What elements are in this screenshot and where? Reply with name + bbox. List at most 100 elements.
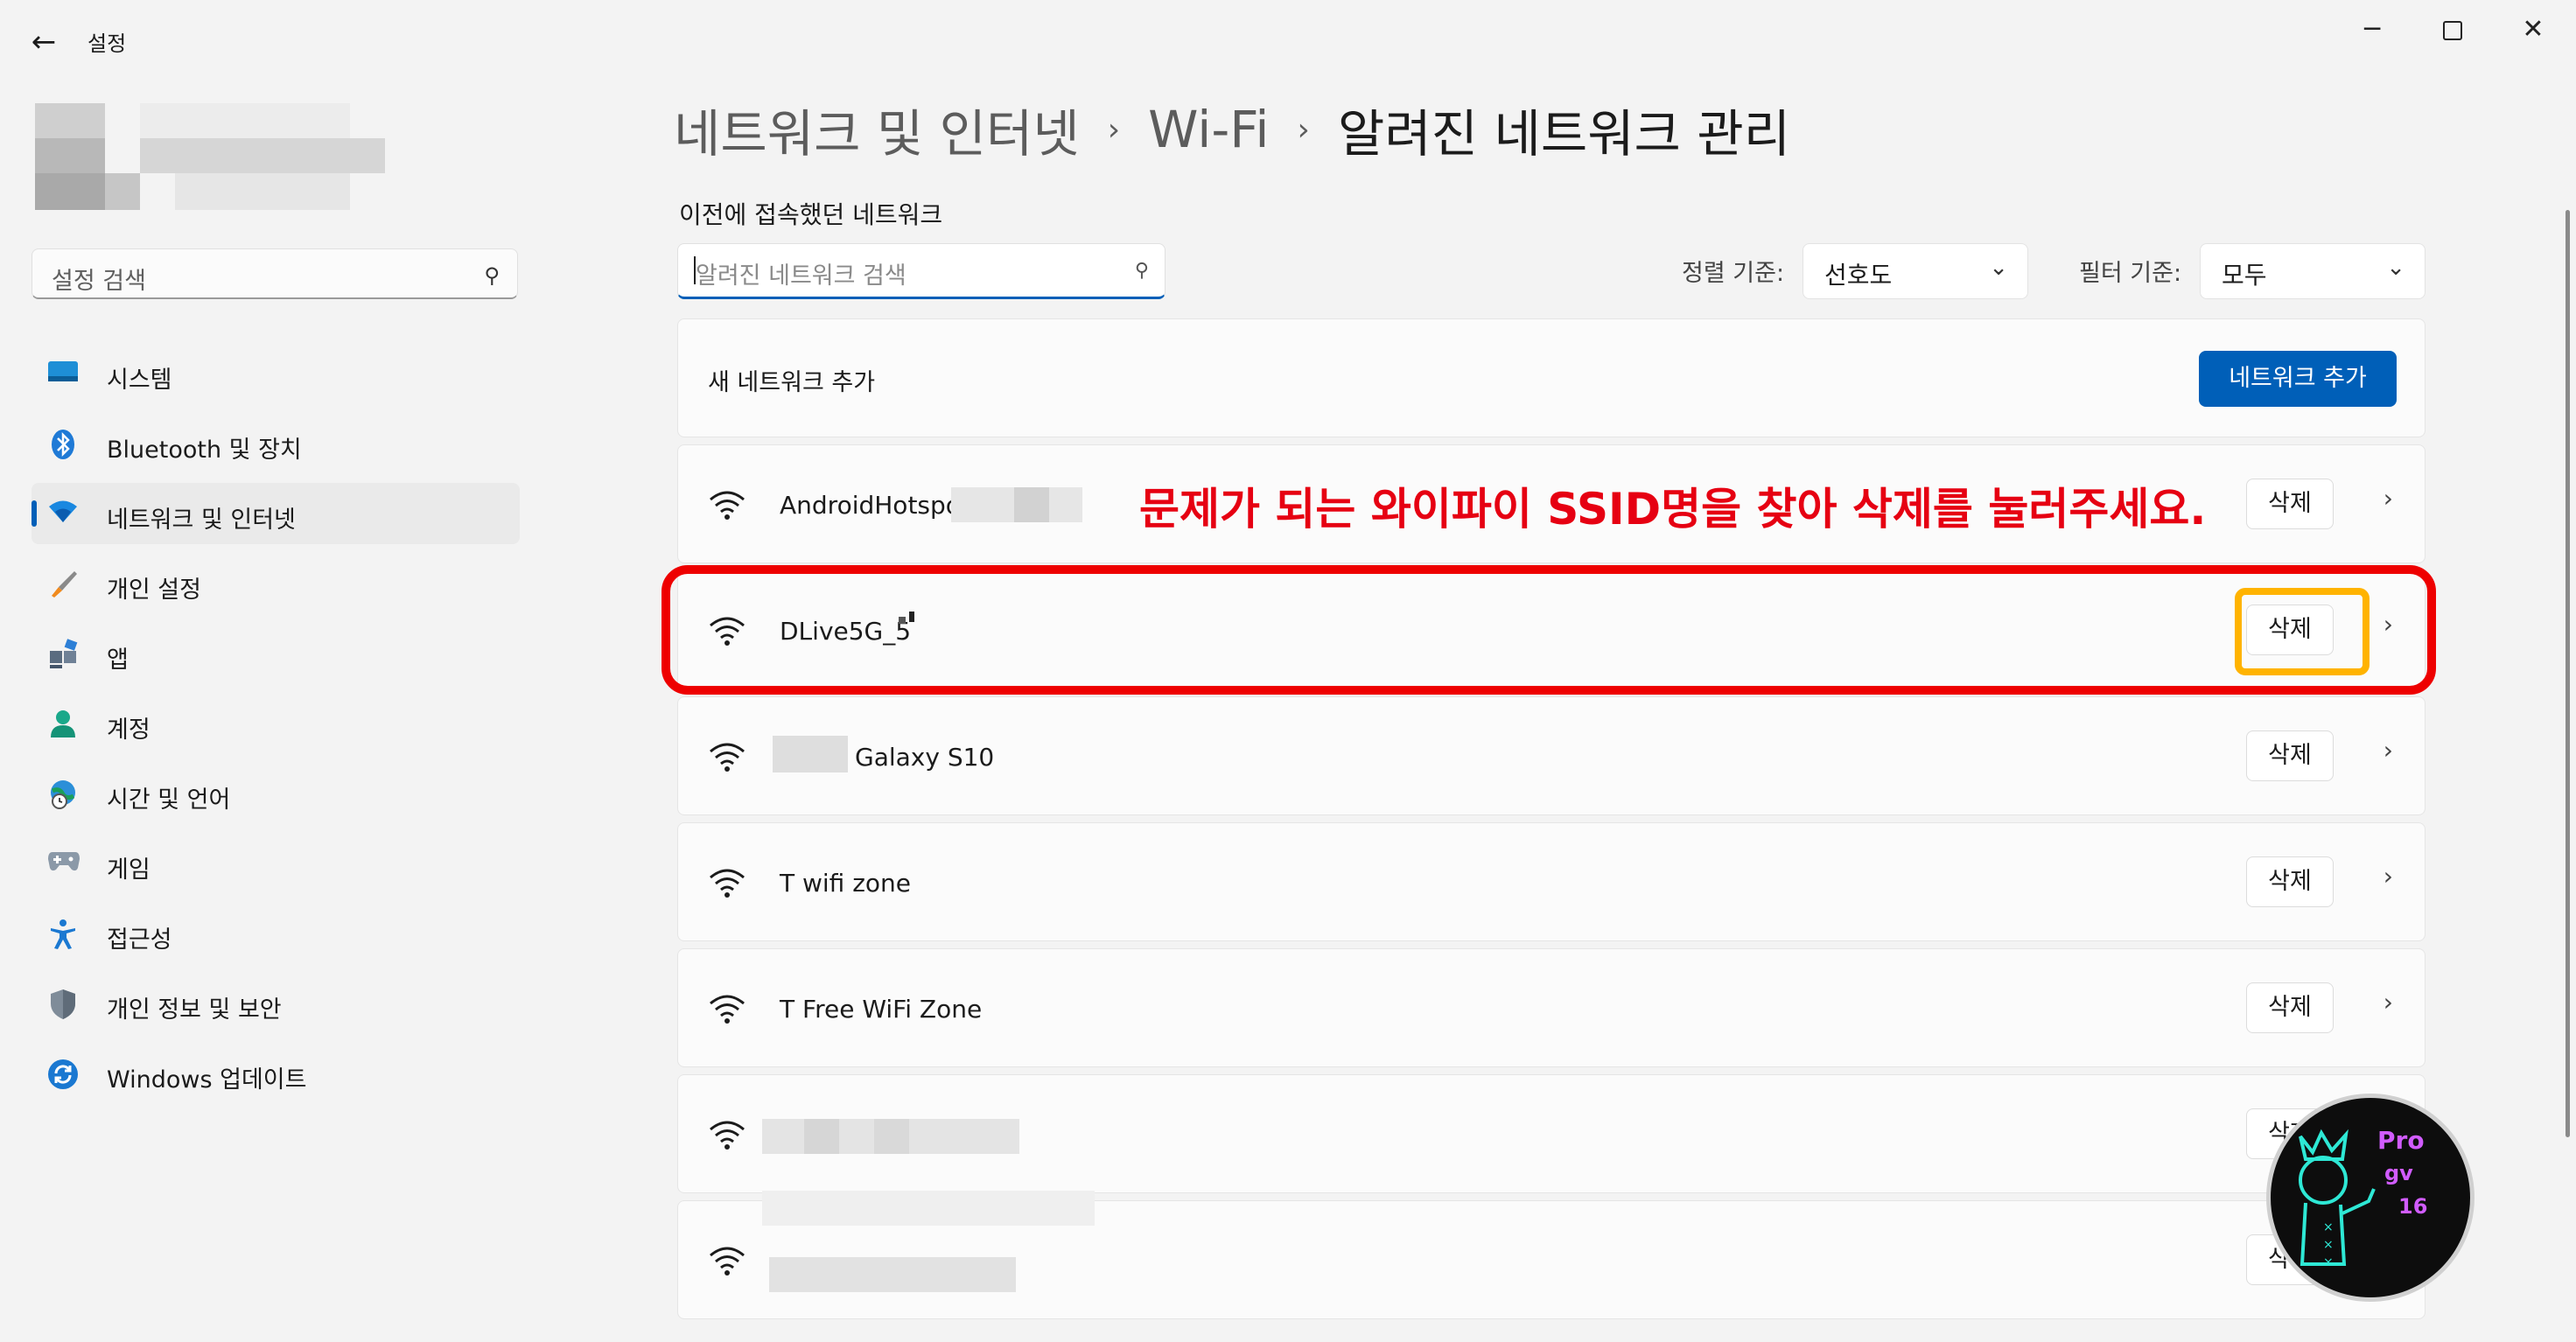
chevron-right-icon[interactable]: › (2384, 736, 2393, 765)
sidebar-item-label: 게임 (107, 856, 150, 884)
wifi-signal-icon (710, 1247, 745, 1276)
sort-value: 선호도 (1824, 261, 1893, 290)
breadcrumb: 네트워크 및 인터넷 › Wi-Fi › 알려진 네트워크 관리 (674, 93, 1790, 166)
filter-dropdown[interactable]: 모두 ⌄ (2200, 243, 2426, 299)
chevron-right-icon[interactable]: › (2384, 484, 2393, 513)
wifi-signal-icon (710, 743, 745, 772)
known-network-search-input[interactable]: 알려진 네트워크 검색 ⚲ (677, 243, 1166, 299)
chevron-right-icon[interactable]: › (2384, 988, 2393, 1017)
search-icon: ⚲ (484, 263, 500, 288)
chevron-down-icon: ⌄ (2386, 255, 2405, 281)
instruction-annotation: 문제가 되는 와이파이 SSID명을 찾아 삭제를 눌러주세요. (1139, 484, 2207, 535)
scrollbar[interactable] (2566, 210, 2570, 1137)
svg-text:×: × (2323, 1255, 2334, 1269)
search-icon: ⚲ (1134, 260, 1149, 282)
add-network-label: 새 네트워크 추가 (708, 369, 876, 396)
minimize-button[interactable]: ─ (2342, 12, 2403, 47)
watermark-logo: × × × Pro gv 16 (2266, 1094, 2474, 1302)
text-caret (694, 256, 696, 284)
sidebar-item-privacy[interactable]: 개인 정보 및 보안 (32, 973, 520, 1034)
network-row[interactable]: T Free WiFi Zone 삭제 › (677, 948, 2426, 1067)
close-button[interactable]: ✕ (2502, 12, 2564, 47)
selection-indicator (32, 500, 37, 527)
sidebar-item-label: 계정 (107, 716, 150, 744)
settings-search-placeholder: 설정 검색 (52, 268, 146, 295)
network-ssid: T wifi zone (780, 869, 912, 898)
app-title: 설정 (88, 31, 127, 56)
delete-button[interactable]: 삭제 (2246, 856, 2334, 907)
breadcrumb-network[interactable]: 네트워크 및 인터넷 (674, 93, 1080, 166)
network-ssid: AndroidHotspo (780, 491, 961, 520)
highlight-target-row (662, 565, 2436, 695)
page-title: 알려진 네트워크 관리 (1337, 104, 1791, 164)
chevron-down-icon: ⌄ (1989, 255, 2008, 281)
sidebar-item-accessibility[interactable]: 접근성 (32, 903, 520, 964)
brush-icon (47, 569, 79, 598)
sidebar-item-label: 시간 및 언어 (107, 786, 231, 814)
maximize-button[interactable] (2422, 12, 2483, 47)
wifi-signal-icon (710, 491, 745, 520)
wifi-signal-icon (710, 995, 745, 1024)
sidebar-item-label: 네트워크 및 인터넷 (107, 507, 296, 534)
apps-icon (47, 639, 79, 668)
sidebar-item-gaming[interactable]: 게임 (32, 833, 520, 894)
delete-button[interactable]: 삭제 (2246, 479, 2334, 529)
known-network-search-placeholder: 알려진 네트워크 검색 (696, 262, 906, 290)
delete-button[interactable]: 삭제 (2246, 730, 2334, 781)
mascot-icon: × × × (2299, 1129, 2376, 1269)
monitor-icon (47, 359, 79, 388)
breadcrumb-separator: › (1297, 111, 1310, 148)
chevron-right-icon[interactable]: › (2384, 862, 2393, 891)
sidebar-item-label: 접근성 (107, 926, 172, 954)
title-bar: ← 설정 ─ ✕ (0, 0, 2576, 79)
network-row[interactable]: T wifi zone 삭제 › (677, 822, 2426, 941)
breadcrumb-wifi[interactable]: Wi-Fi (1148, 100, 1269, 159)
sidebar-item-label: 개인 정보 및 보안 (107, 996, 282, 1024)
network-ssid: Galaxy S10 (855, 743, 995, 772)
sidebar-item-label: Windows 업데이트 (107, 1066, 307, 1094)
sidebar-item-label: 개인 설정 (107, 577, 201, 604)
person-icon (47, 709, 79, 738)
svg-text:×: × (2323, 1220, 2334, 1234)
shield-icon (47, 989, 79, 1019)
sidebar-item-system[interactable]: 시스템 (32, 343, 520, 404)
sidebar-item-network[interactable]: 네트워크 및 인터넷 (32, 483, 520, 544)
breadcrumb-separator: › (1107, 111, 1121, 148)
svg-text:×: × (2323, 1238, 2334, 1252)
add-network-button[interactable]: 네트워크 추가 (2199, 351, 2397, 407)
highlight-delete-button (2235, 588, 2370, 675)
back-arrow-icon[interactable]: ← (26, 24, 61, 59)
wifi-signal-icon (710, 1121, 745, 1150)
wifi-icon (47, 499, 79, 528)
sidebar-item-accounts[interactable]: 계정 (32, 693, 520, 754)
sidebar-item-label: 시스템 (107, 367, 172, 394)
sidebar-item-apps[interactable]: 앱 (32, 623, 520, 684)
sort-label: 정렬 기준: (1682, 260, 1785, 287)
watermark-text: gv (2384, 1161, 2413, 1185)
watermark-text: Pro (2377, 1126, 2425, 1155)
globe-clock-icon (47, 779, 79, 809)
add-network-card: 새 네트워크 추가 네트워크 추가 (677, 318, 2426, 437)
network-row[interactable]: 삭제 › (677, 1074, 2426, 1193)
accessibility-icon (47, 919, 79, 949)
user-profile-blurred[interactable] (35, 103, 385, 210)
watermark-text: 16 (2398, 1194, 2428, 1219)
sidebar-item-personalization[interactable]: 개인 설정 (32, 553, 520, 614)
bluetooth-icon (47, 429, 79, 459)
wifi-signal-icon (710, 869, 745, 898)
gamepad-icon (47, 849, 80, 878)
delete-button[interactable]: 삭제 (2246, 982, 2334, 1033)
network-ssid: T Free WiFi Zone (780, 995, 983, 1024)
sidebar-item-label: 앱 (107, 647, 129, 674)
filter-value: 모두 (2222, 261, 2267, 290)
update-icon (47, 1059, 79, 1089)
filter-label: 필터 기준: (2079, 260, 2182, 287)
sidebar-item-bluetooth[interactable]: Bluetooth 및 장치 (32, 413, 520, 474)
sidebar-item-label: Bluetooth 및 장치 (107, 437, 302, 464)
sort-dropdown[interactable]: 선호도 ⌄ (1802, 243, 2028, 299)
sidebar-item-time-language[interactable]: 시간 및 언어 (32, 763, 520, 824)
settings-search-input[interactable]: 설정 검색 ⚲ (32, 248, 518, 299)
network-row[interactable]: Galaxy S10 삭제 › (677, 696, 2426, 815)
network-row[interactable]: 삭제 › (677, 1191, 2426, 1319)
sidebar-item-windows-update[interactable]: Windows 업데이트 (32, 1043, 520, 1104)
